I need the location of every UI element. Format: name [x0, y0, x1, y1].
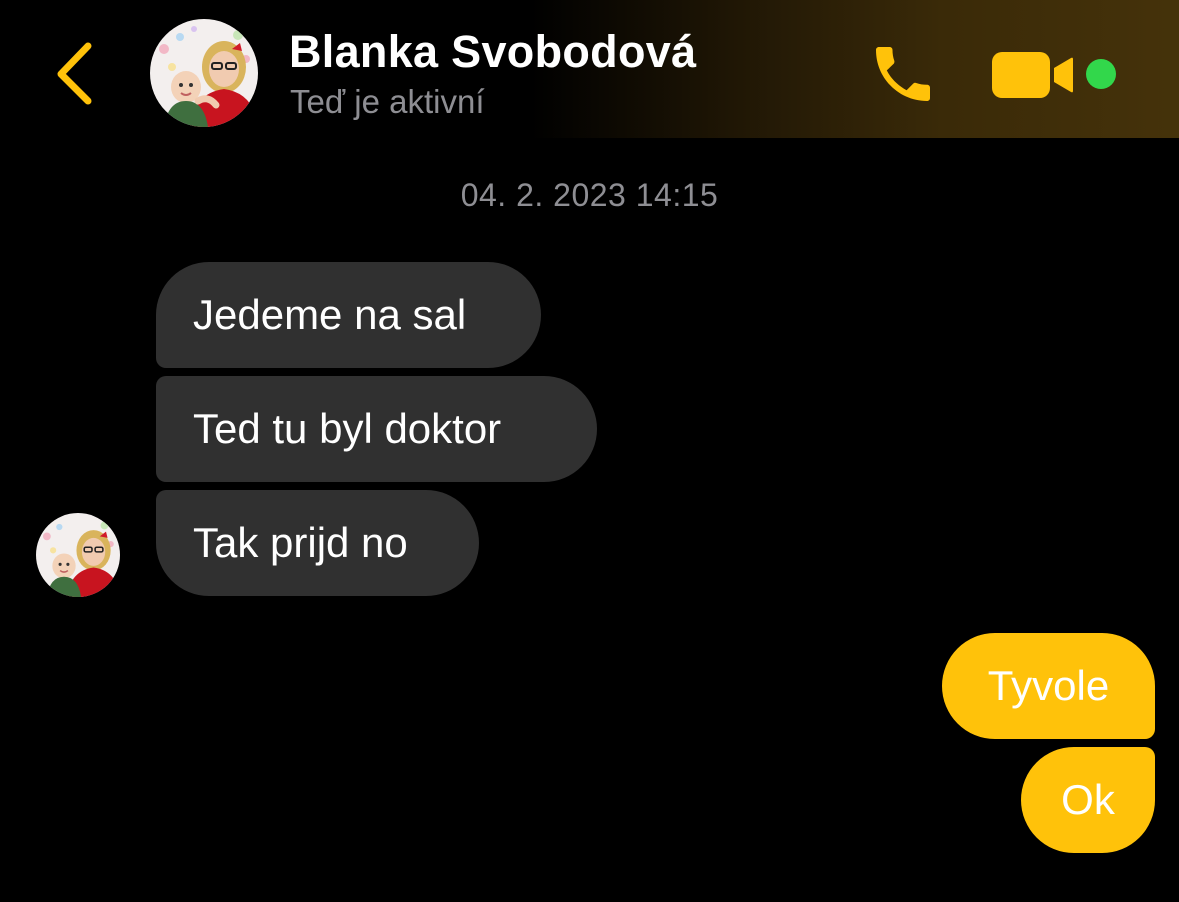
- message-timestamp: 04. 2. 2023 14:15: [460, 177, 719, 213]
- avatar-photo: [150, 19, 258, 127]
- sender-avatar[interactable]: [36, 513, 120, 597]
- incoming-message[interactable]: Tak prijd no: [156, 490, 479, 596]
- avatar-photo: [36, 513, 120, 597]
- incoming-message[interactable]: Jedeme na sal: [156, 262, 541, 368]
- contact-avatar[interactable]: [150, 19, 258, 127]
- back-button[interactable]: [48, 38, 104, 108]
- voice-call-button[interactable]: [866, 38, 940, 110]
- contact-name[interactable]: Blanka Svobodová: [289, 26, 696, 78]
- online-indicator: [1086, 59, 1116, 89]
- video-camera-icon: [992, 52, 1073, 98]
- chevron-left-icon: [57, 42, 92, 105]
- phone-icon: [876, 47, 930, 101]
- outgoing-message[interactable]: Ok: [1021, 747, 1155, 853]
- active-status: Teď je aktivní: [290, 83, 485, 120]
- video-call-button[interactable]: [990, 48, 1074, 102]
- outgoing-message[interactable]: Tyvole: [942, 633, 1155, 739]
- incoming-message[interactable]: Ted tu byl doktor: [156, 376, 597, 482]
